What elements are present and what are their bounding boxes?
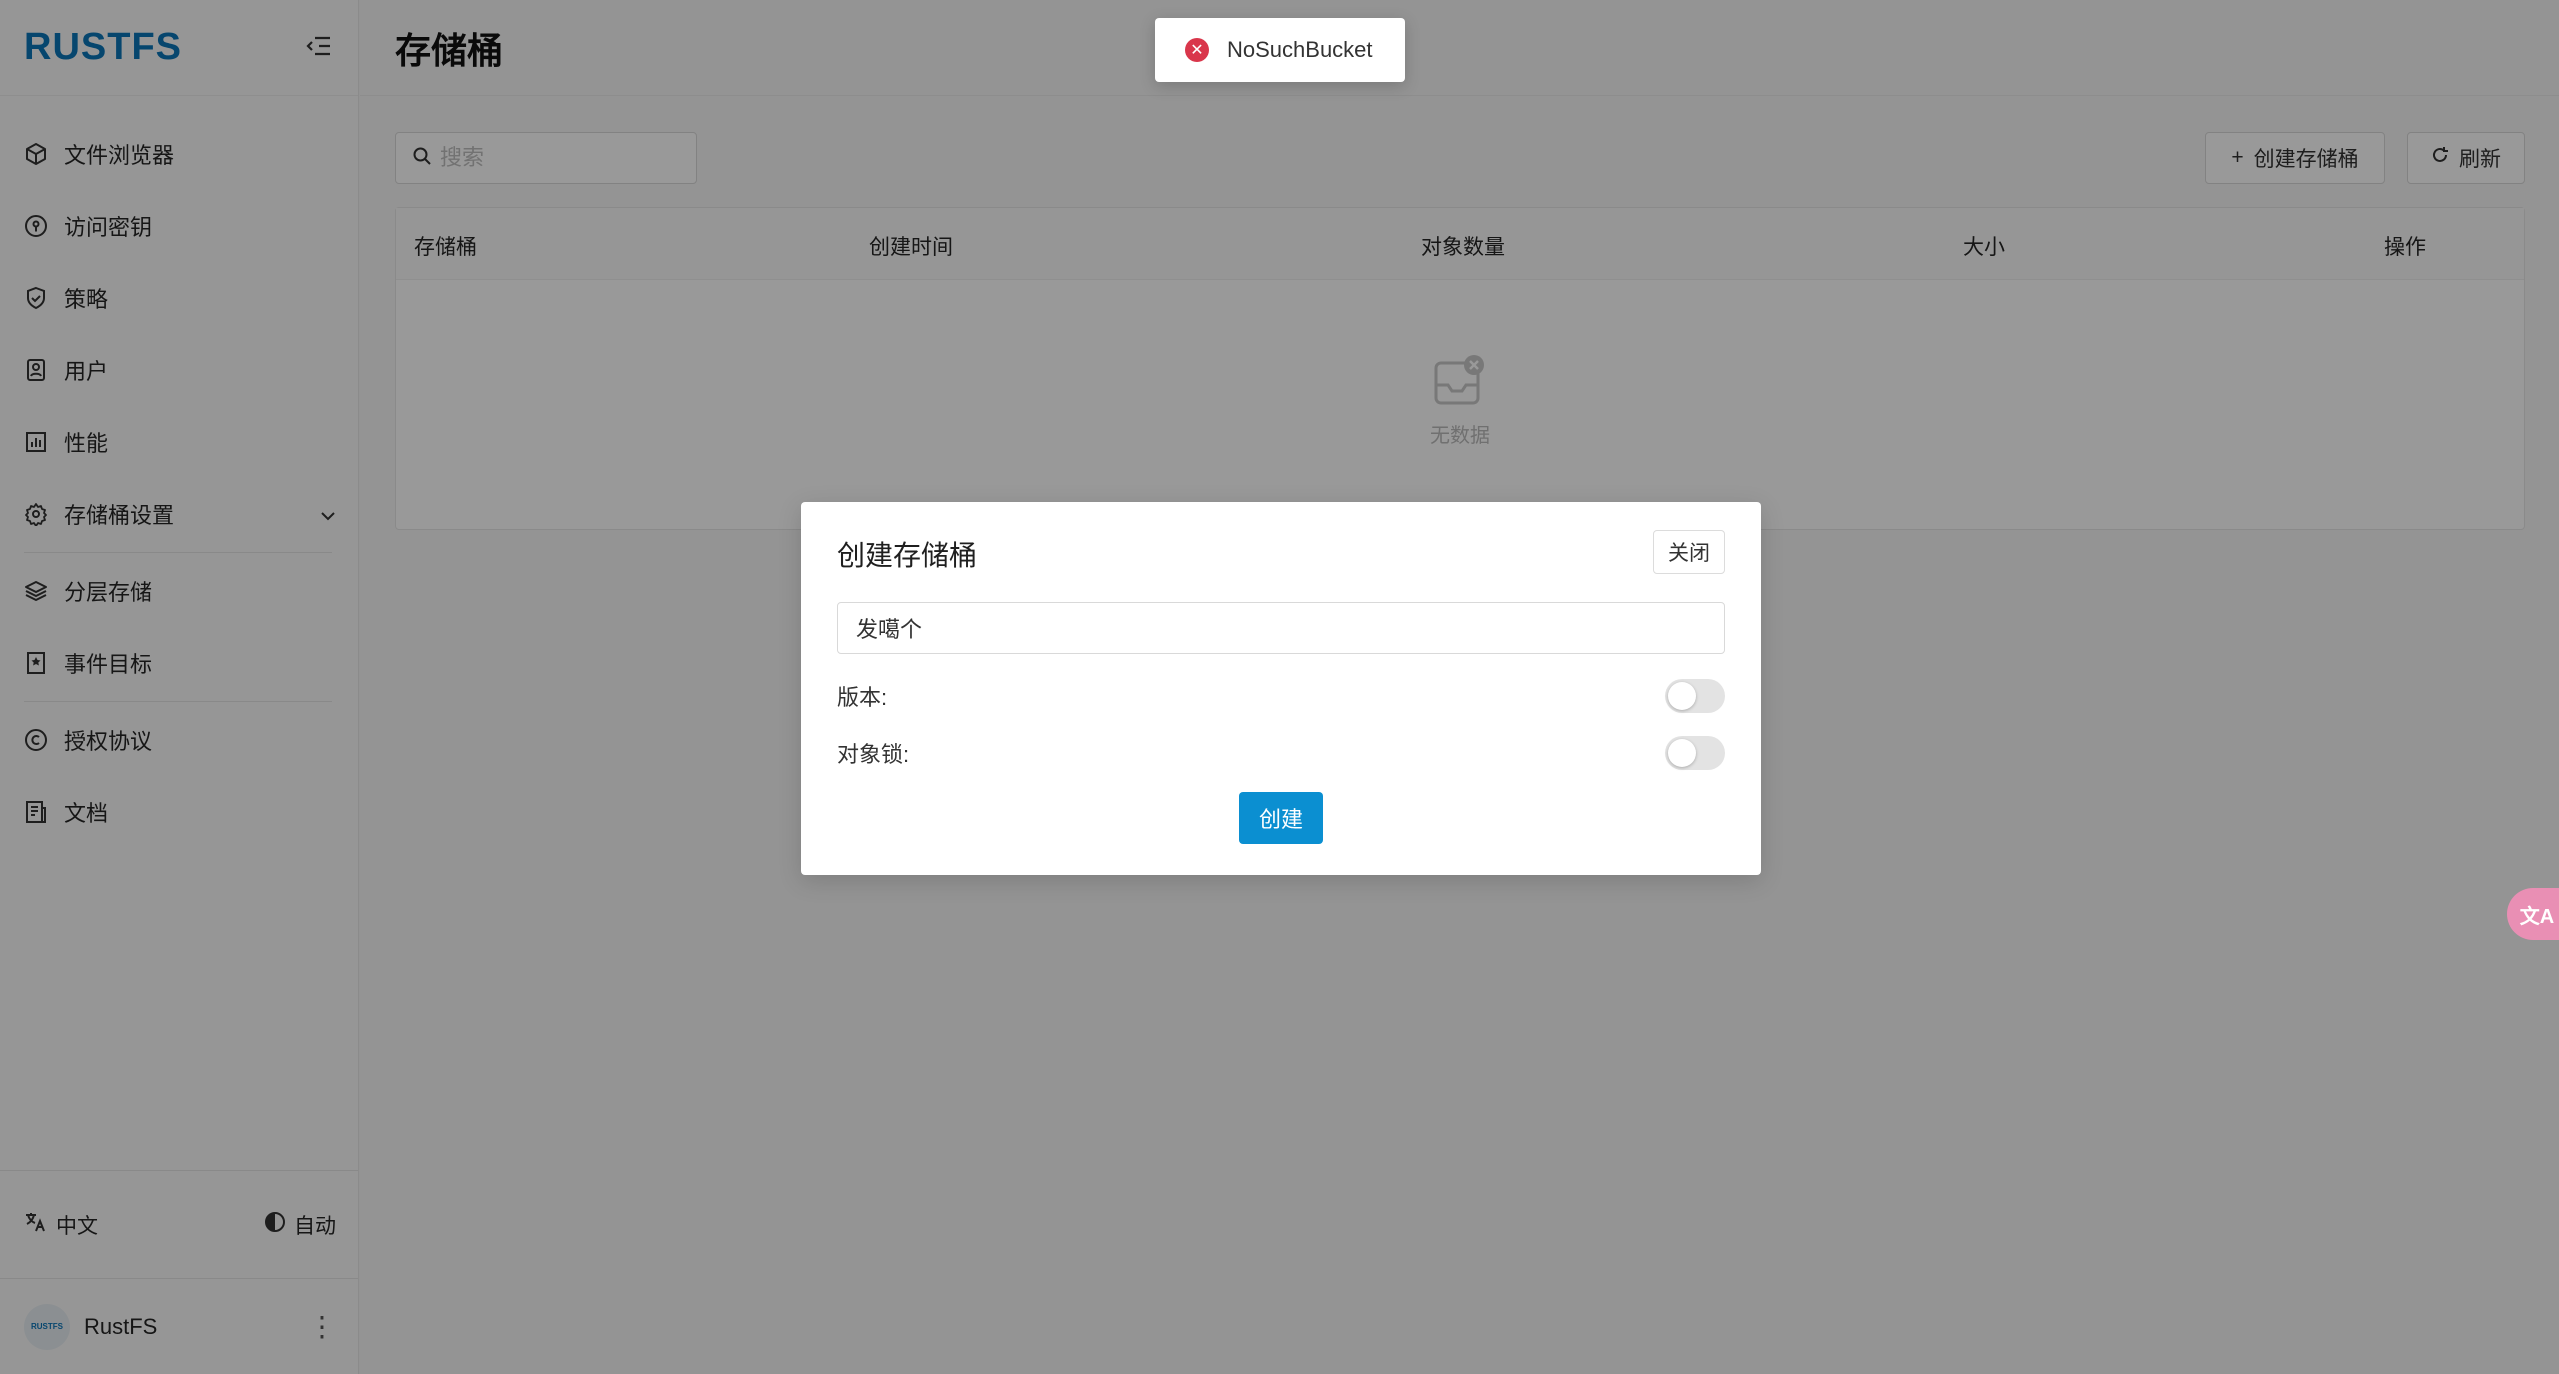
error-icon: ✕ <box>1185 38 1209 62</box>
object-lock-row: 对象锁: <box>837 733 1725 773</box>
error-toast: ✕ NoSuchBucket <box>1155 18 1405 82</box>
versioning-label: 版本: <box>837 685 888 710</box>
floating-translate-button[interactable]: 文A <box>2507 888 2559 940</box>
dialog-title: 创建存储桶 <box>837 540 978 571</box>
create-bucket-dialog: 创建存储桶 关闭 版本: 对象锁: 创建 <box>801 502 1761 875</box>
toast-message: NoSuchBucket <box>1227 37 1373 62</box>
submit-create-button[interactable]: 创建 <box>1239 792 1323 844</box>
close-button[interactable]: 关闭 <box>1653 530 1725 574</box>
object-lock-toggle[interactable] <box>1665 736 1725 770</box>
object-lock-label: 对象锁: <box>837 742 910 767</box>
translate-icon: 文A <box>2519 905 2555 928</box>
versioning-row: 版本: <box>837 676 1725 716</box>
bucket-name-input[interactable] <box>837 602 1725 654</box>
versioning-toggle[interactable] <box>1665 679 1725 713</box>
